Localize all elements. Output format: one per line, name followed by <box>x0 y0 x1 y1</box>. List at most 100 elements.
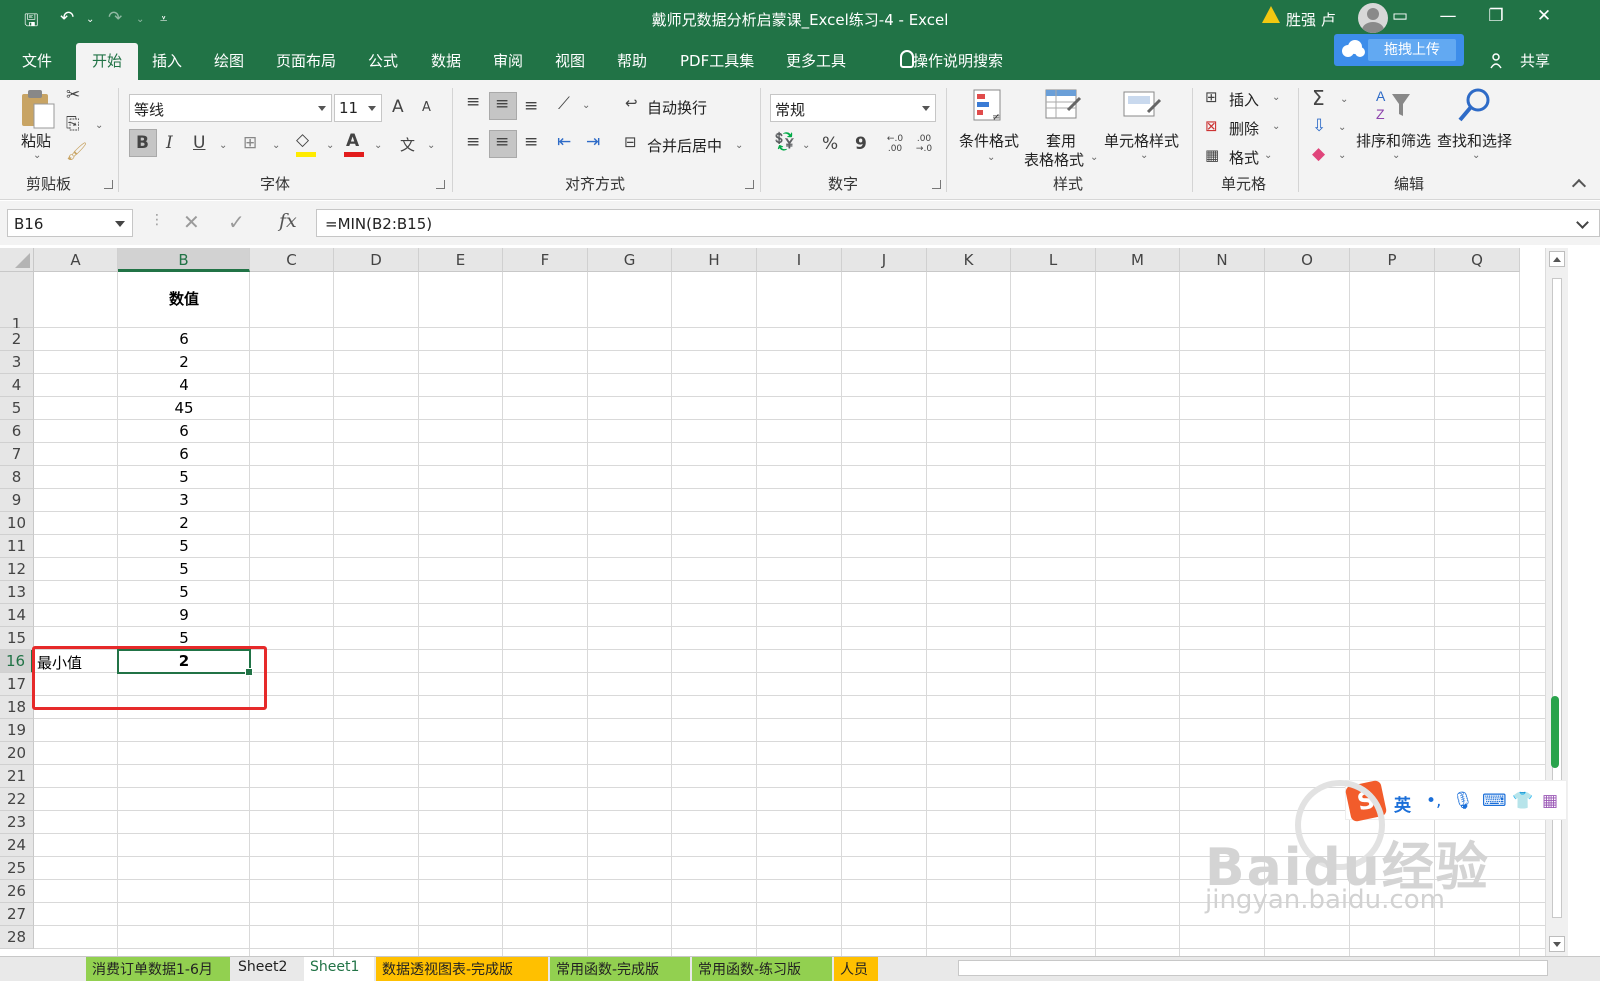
paste-dropdown-icon[interactable]: ⌄ <box>33 150 41 161</box>
row-header-14[interactable]: 14 <box>0 604 34 627</box>
toolbox-icon[interactable]: ▦ <box>1542 791 1558 811</box>
paste-label[interactable]: 粘贴 <box>21 130 51 151</box>
select-all-button[interactable] <box>0 248 34 272</box>
column-header-q[interactable]: Q <box>1435 248 1520 272</box>
row-header-2[interactable]: 2 <box>0 328 34 351</box>
tab-formulas[interactable]: 公式 <box>368 50 398 71</box>
scroll-down-icon[interactable] <box>1549 936 1565 952</box>
tab-review[interactable]: 审阅 <box>493 50 523 71</box>
row-header-9[interactable]: 9 <box>0 489 34 512</box>
conditional-formatting-icon[interactable]: ≠ <box>972 88 1006 124</box>
find-select-dropdown-icon[interactable]: ⌄ <box>1472 150 1480 161</box>
column-header-f[interactable]: F <box>503 248 588 272</box>
formula-input[interactable]: =MIN(B2:B15) <box>316 209 1600 237</box>
cell-b5[interactable]: 45 <box>121 399 247 420</box>
cell-b2[interactable]: 6 <box>121 330 247 351</box>
tab-draw[interactable]: 绘图 <box>214 50 244 71</box>
column-header-n[interactable]: N <box>1180 248 1265 272</box>
cell-b7[interactable]: 6 <box>121 445 247 466</box>
sheet-tab[interactable]: 常用函数-完成版 <box>550 957 690 981</box>
decrease-indent-icon[interactable]: ⇤ <box>557 132 571 152</box>
row-header-15[interactable]: 15 <box>0 627 34 650</box>
row-header-1[interactable]: 1 <box>0 272 34 333</box>
upload-button[interactable]: 拖拽上传 <box>1334 34 1464 66</box>
row-header-12[interactable]: 12 <box>0 558 34 581</box>
alignment-launcher-icon[interactable] <box>745 180 754 189</box>
cell-b8[interactable]: 5 <box>121 468 247 489</box>
format-as-table-label-1[interactable]: 套用 <box>1046 130 1076 151</box>
delete-cells-icon[interactable]: ⊠ <box>1205 117 1218 135</box>
row-header-25[interactable]: 25 <box>0 857 34 880</box>
column-header-d[interactable]: D <box>334 248 419 272</box>
merge-center-icon[interactable]: ⊟ <box>624 133 637 151</box>
format-cells-button[interactable]: 格式 <box>1229 147 1259 168</box>
insert-function-icon[interactable]: fx <box>279 210 297 232</box>
format-dropdown-icon[interactable]: ⌄ <box>1264 150 1272 161</box>
scroll-up-icon[interactable] <box>1549 251 1565 267</box>
fill-color-dropdown-icon[interactable]: ⌄ <box>326 140 334 151</box>
accounting-format-icon[interactable]: 💱 <box>774 132 795 152</box>
delete-dropdown-icon[interactable]: ⌄ <box>1272 121 1280 132</box>
column-header-o[interactable]: O <box>1265 248 1350 272</box>
format-cells-icon[interactable]: ▦ <box>1205 146 1219 164</box>
insert-cells-icon[interactable]: ⊞ <box>1205 88 1218 106</box>
column-header-l[interactable]: L <box>1011 248 1096 272</box>
magnifier-search-icon[interactable] <box>1456 86 1494 124</box>
border-icon[interactable]: ⊞ <box>243 133 257 153</box>
column-header-k[interactable]: K <box>927 248 1011 272</box>
orientation-icon[interactable]: ⟋ <box>558 94 570 114</box>
restore-button[interactable]: ❐ <box>1481 6 1511 26</box>
clear-eraser-icon[interactable]: ◆ <box>1312 144 1325 164</box>
font-color-icon[interactable]: A <box>346 131 359 151</box>
cell-b11[interactable]: 5 <box>121 537 247 558</box>
format-as-table-label-2[interactable]: 表格格式 <box>1024 149 1084 170</box>
conditional-formatting-button[interactable]: 条件格式 <box>959 130 1019 151</box>
user-avatar[interactable] <box>1358 3 1388 33</box>
column-header-a[interactable]: A <box>34 248 118 272</box>
align-bottom-icon[interactable]: ≡ <box>524 96 538 116</box>
row-header-5[interactable]: 5 <box>0 397 34 420</box>
row-header-23[interactable]: 23 <box>0 811 34 834</box>
collapse-ribbon-icon[interactable] <box>1571 178 1587 194</box>
column-header-g[interactable]: G <box>588 248 672 272</box>
keyboard-icon[interactable]: ⌨ <box>1482 791 1507 811</box>
sheet-tab-active[interactable]: Sheet1 <box>304 957 374 981</box>
number-format-select[interactable]: 常规 <box>770 94 936 122</box>
phonetic-dropdown-icon[interactable]: ⌄ <box>427 140 435 151</box>
column-header-e[interactable]: E <box>419 248 503 272</box>
accounting-dropdown-icon[interactable]: ⌄ <box>802 140 810 151</box>
italic-button[interactable]: I <box>166 133 173 153</box>
clipboard-launcher-icon[interactable] <box>104 180 113 189</box>
minimize-button[interactable]: — <box>1433 6 1463 26</box>
cell-styles-button[interactable]: 单元格样式 <box>1104 130 1179 151</box>
cut-icon[interactable]: ✂ <box>66 85 80 105</box>
cell-b9[interactable]: 3 <box>121 491 247 512</box>
row-header-17[interactable]: 17 <box>0 673 34 696</box>
cancel-icon[interactable]: ✕ <box>183 210 200 234</box>
expand-formula-bar-icon[interactable] <box>1576 216 1589 229</box>
sheet-tab[interactable]: Sheet2 <box>232 957 302 981</box>
sheet-tab[interactable]: 常用函数-练习版 <box>692 957 832 981</box>
row-header-20[interactable]: 20 <box>0 742 34 765</box>
tab-home[interactable]: 开始 <box>76 43 139 80</box>
number-launcher-icon[interactable] <box>932 180 941 189</box>
cell-styles-dropdown-icon[interactable]: ⌄ <box>1140 150 1148 161</box>
cell-b10[interactable]: 2 <box>121 514 247 535</box>
align-left-icon[interactable]: ≡ <box>466 132 480 152</box>
row-header-3[interactable]: 3 <box>0 351 34 374</box>
skin-icon[interactable]: 👕 <box>1512 791 1533 811</box>
row-header-8[interactable]: 8 <box>0 466 34 489</box>
find-select-button[interactable]: 查找和选择 <box>1437 130 1512 151</box>
warning-icon[interactable] <box>1262 6 1280 23</box>
tell-me-search[interactable]: 操作说明搜索 <box>913 50 1003 71</box>
cell-styles-icon[interactable] <box>1122 88 1162 124</box>
column-header-h[interactable]: H <box>672 248 757 272</box>
row-header-10[interactable]: 10 <box>0 512 34 535</box>
tab-view[interactable]: 视图 <box>555 50 585 71</box>
merge-dropdown-icon[interactable]: ⌄ <box>735 140 743 151</box>
column-header-p[interactable]: P <box>1350 248 1435 272</box>
cell-b14[interactable]: 9 <box>121 606 247 627</box>
underline-dropdown-icon[interactable]: ⌄ <box>219 140 227 151</box>
formula-bar-resize-handle[interactable]: ⋮ <box>150 212 164 228</box>
paste-icon[interactable] <box>18 88 58 132</box>
